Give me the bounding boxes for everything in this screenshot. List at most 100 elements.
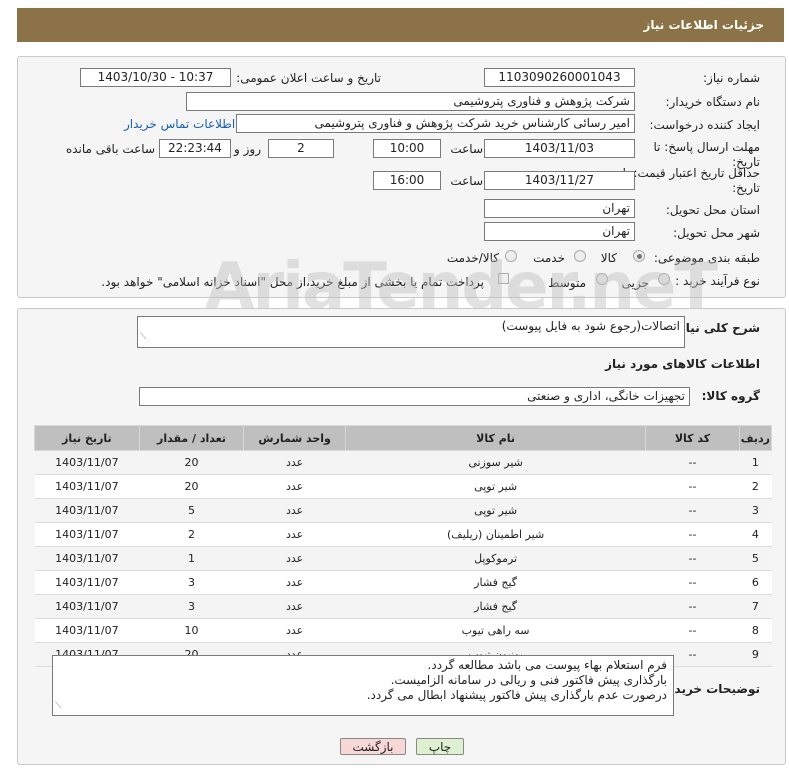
validity-time-field: 16:00 bbox=[373, 171, 441, 190]
table-row: 2 -- شیر توپی عدد 20 1403/11/07 bbox=[34, 474, 772, 499]
category-goods-label: کالا bbox=[600, 251, 617, 265]
cell-unit: عدد bbox=[243, 450, 346, 475]
buyer-contact-link[interactable]: اطلاعات تماس خریدار bbox=[124, 117, 235, 131]
cell-unit: عدد bbox=[243, 618, 346, 643]
table-row: 8 -- سه راهی تیوب عدد 10 1403/11/07 bbox=[34, 618, 772, 643]
cell-qty: 1 bbox=[139, 546, 244, 571]
goods-group-field: تجهیزات خانگی، اداری و صنعتی bbox=[139, 387, 690, 406]
cell-unit: عدد bbox=[243, 498, 346, 523]
cell-code: -- bbox=[645, 618, 740, 643]
col-header-code: کد کالا bbox=[645, 425, 740, 451]
cell-row-number: 8 bbox=[739, 618, 772, 643]
province-label: استان محل تحویل: bbox=[665, 203, 760, 217]
buyer-org-label: نام دستگاه خریدار: bbox=[665, 95, 761, 109]
need-number-label: شماره نیاز: bbox=[703, 71, 760, 85]
cell-unit: عدد bbox=[243, 570, 346, 595]
treasury-payment-checkbox[interactable] bbox=[498, 273, 509, 284]
cell-name: سه راهی تیوب bbox=[345, 618, 646, 643]
purchase-minor-radio[interactable] bbox=[658, 273, 670, 285]
buyer-org-field: شرکت پژوهش و فناوری پتروشیمی bbox=[186, 92, 635, 111]
table-row: 7 -- گیج فشار عدد 3 1403/11/07 bbox=[34, 594, 772, 619]
category-label: طبقه بندی موضوعی: bbox=[653, 251, 760, 265]
table-row: 4 -- شیر اطمینان (ریلیف) عدد 2 1403/11/07 bbox=[34, 522, 772, 547]
cell-date: 1403/11/07 bbox=[34, 498, 140, 523]
cell-row-number: 6 bbox=[739, 570, 772, 595]
cell-name: گیج فشار bbox=[345, 594, 646, 619]
need-number-field: 1103090260001043 bbox=[484, 68, 635, 87]
city-label: شهر محل تحویل: bbox=[673, 226, 760, 240]
purchase-minor-label: جزیی bbox=[621, 276, 649, 290]
cell-unit: عدد bbox=[243, 474, 346, 499]
cell-code: -- bbox=[645, 522, 740, 547]
buyer-notes-field: فرم استعلام بهاء پیوست می باشد مطالعه گر… bbox=[52, 655, 674, 716]
cell-date: 1403/11/07 bbox=[34, 570, 140, 595]
cell-date: 1403/11/07 bbox=[34, 618, 140, 643]
cell-name: شیر سوزنی bbox=[345, 450, 646, 475]
category-goods-service-label: کالا/خدمت bbox=[446, 251, 499, 265]
deadline-time-field: 10:00 bbox=[373, 139, 441, 158]
cell-qty: 5 bbox=[139, 498, 244, 523]
cell-unit: عدد bbox=[243, 546, 346, 571]
print-button[interactable]: چاپ bbox=[416, 738, 464, 755]
cell-row-number: 9 bbox=[739, 642, 772, 667]
resize-grip-icon: ⟋ bbox=[55, 701, 62, 711]
table-row: 1 -- شیر سوزنی عدد 20 1403/11/07 bbox=[34, 450, 772, 475]
cell-date: 1403/11/07 bbox=[34, 450, 140, 475]
col-header-unit: واحد شمارش bbox=[243, 425, 346, 451]
cell-name: شیر توپی bbox=[345, 498, 646, 523]
col-header-qty: تعداد / مقدار bbox=[138, 425, 245, 451]
col-header-date: تاریخ نیاز bbox=[34, 425, 140, 451]
cell-name: شیر اطمینان (ریلیف) bbox=[345, 522, 646, 547]
category-service-label: خدمت bbox=[533, 251, 565, 265]
table-row: 5 -- ترموکوپل عدد 1 1403/11/07 bbox=[34, 546, 772, 571]
cell-name: گیج فشار bbox=[345, 570, 646, 595]
treasury-payment-note: پرداخت تمام یا بخشی از مبلغ خرید،از محل … bbox=[101, 275, 484, 289]
creator-field: امیر رسائی کارشناس خرید شرکت پژوهش و فنا… bbox=[236, 114, 635, 133]
cell-date: 1403/11/07 bbox=[34, 546, 140, 571]
category-service-radio[interactable] bbox=[574, 250, 586, 262]
creator-label: ایجاد کننده درخواست: bbox=[649, 118, 760, 132]
cell-row-number: 3 bbox=[739, 498, 772, 523]
table-row: 3 -- شیر توپی عدد 5 1403/11/07 bbox=[34, 498, 772, 523]
table-row: 6 -- گیج فشار عدد 3 1403/11/07 bbox=[34, 570, 772, 595]
cell-row-number: 5 bbox=[739, 546, 772, 571]
cell-qty: 10 bbox=[139, 618, 244, 643]
cell-code: -- bbox=[645, 474, 740, 499]
goods-table: ردیف کد کالا نام کالا واحد شمارش تعداد /… bbox=[34, 425, 773, 667]
cell-row-number: 7 bbox=[739, 594, 772, 619]
cell-row-number: 4 bbox=[739, 522, 772, 547]
goods-table-wrapper: ردیف کد کالا نام کالا واحد شمارش تعداد /… bbox=[34, 425, 773, 667]
col-header-row-number: ردیف bbox=[738, 425, 773, 451]
purchase-type-label: نوع فرآیند خرید : bbox=[675, 274, 760, 288]
remaining-time-field: 22:23:44 bbox=[159, 139, 231, 158]
city-field: تهران bbox=[484, 222, 635, 241]
category-goods-radio[interactable] bbox=[633, 250, 645, 262]
deadline-date-field: 1403/11/03 bbox=[484, 139, 635, 158]
back-button[interactable]: بازگشت bbox=[340, 738, 406, 755]
cell-name: ترموکوپل bbox=[345, 546, 646, 571]
deadline-time-label: ساعت bbox=[450, 142, 483, 156]
days-label: روز و bbox=[234, 142, 261, 156]
announce-date-label: تاریخ و ساعت اعلان عمومی: bbox=[236, 71, 381, 85]
goods-info-title: اطلاعات کالاهای مورد نیاز bbox=[605, 357, 760, 371]
cell-unit: عدد bbox=[243, 522, 346, 547]
buyer-note-line: بارگذاری پیش فاکتور فنی و ریالی در سامان… bbox=[390, 673, 667, 687]
cell-date: 1403/11/07 bbox=[34, 522, 140, 547]
description-text: اتصالات(رجوع شود به فایل پیوست) bbox=[501, 319, 680, 333]
col-header-name: نام کالا bbox=[344, 425, 647, 451]
cell-qty: 2 bbox=[139, 522, 244, 547]
cell-code: -- bbox=[645, 498, 740, 523]
cell-code: -- bbox=[645, 594, 740, 619]
days-remaining-field: 2 bbox=[268, 139, 334, 158]
cell-unit: عدد bbox=[243, 594, 346, 619]
cell-code: -- bbox=[645, 450, 740, 475]
table-header-row: ردیف کد کالا نام کالا واحد شمارش تعداد /… bbox=[34, 425, 773, 451]
description-field: اتصالات(رجوع شود به فایل پیوست) ⟋ bbox=[137, 316, 685, 348]
goods-group-label: گروه کالا: bbox=[701, 389, 760, 403]
cell-row-number: 2 bbox=[739, 474, 772, 499]
purchase-medium-radio[interactable] bbox=[596, 273, 608, 285]
cell-code: -- bbox=[645, 546, 740, 571]
validity-time-label: ساعت bbox=[450, 174, 483, 188]
province-field: تهران bbox=[484, 199, 635, 218]
category-goods-service-radio[interactable] bbox=[505, 250, 517, 262]
